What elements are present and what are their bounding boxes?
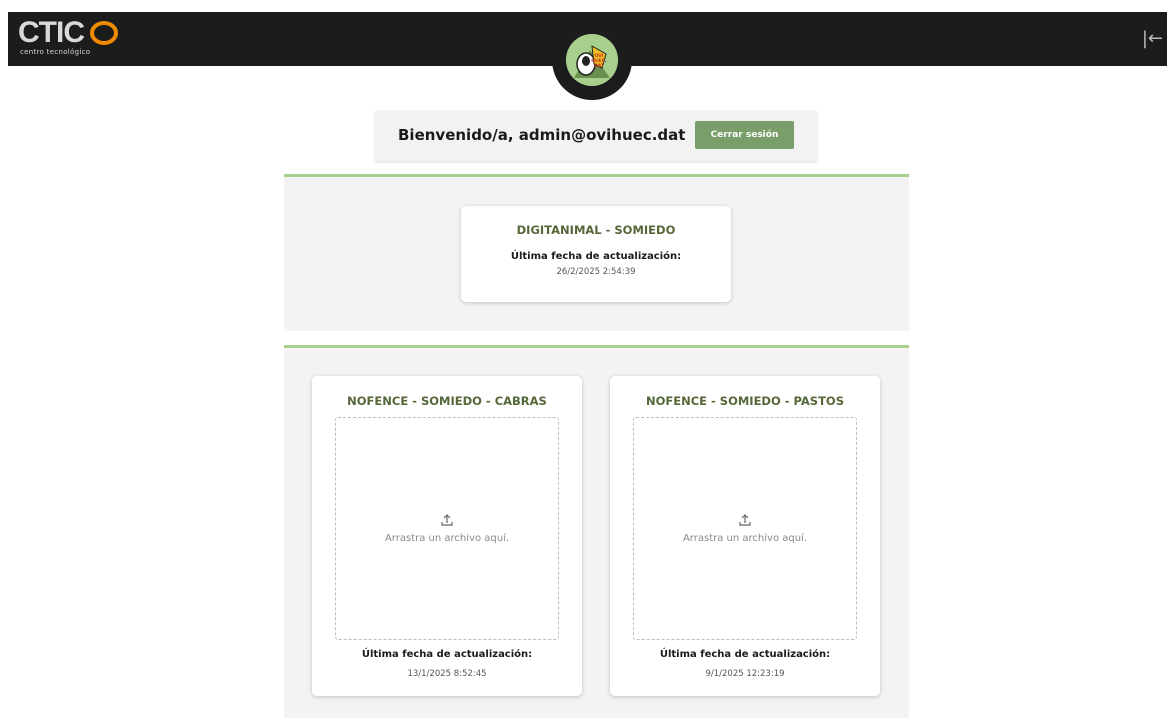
ring-logo-icon <box>90 21 118 45</box>
nofence-pastos-card: NOFENCE - SOMIEDO - PASTOS Arrastra un a… <box>610 376 880 696</box>
upload-icon <box>739 514 751 526</box>
file-dropzone[interactable]: Arrastra un archivo aquí. <box>335 417 559 640</box>
last-update-value: 26/2/2025 2:54:39 <box>556 267 636 277</box>
file-dropzone[interactable]: Arrastra un archivo aquí. <box>633 417 857 640</box>
ctic-brand-text: CTIC <box>18 16 85 49</box>
dropzone-text: Arrastra un archivo aquí. <box>384 533 510 544</box>
logout-button[interactable]: Cerrar sesión <box>695 121 794 149</box>
app-logo-badge[interactable]: OVI HUEC. DAT <box>552 20 632 100</box>
last-update-value: 13/1/2025 8:52:45 <box>407 669 487 679</box>
card-title: NOFENCE - SOMIEDO - PASTOS <box>645 394 844 408</box>
upload-icon <box>441 514 453 526</box>
last-update-value: 9/1/2025 12:23:19 <box>705 669 785 679</box>
collapse-left-icon[interactable]: |← <box>1142 28 1163 49</box>
digitanimal-card: DIGITANIMAL - SOMIEDO Última fecha de ac… <box>461 206 731 302</box>
digitanimal-section: DIGITANIMAL - SOMIEDO Última fecha de ac… <box>284 174 909 331</box>
last-update-label: Última fecha de actualización: <box>659 649 831 660</box>
last-update-label: Última fecha de actualización: <box>510 251 682 262</box>
nofence-cabras-card: NOFENCE - SOMIEDO - CABRAS Arrastra un a… <box>312 376 582 696</box>
dropzone-text: Arrastra un archivo aquí. <box>682 533 808 544</box>
card-title: DIGITANIMAL - SOMIEDO <box>516 223 676 237</box>
welcome-panel: Bienvenido/a, admin@ovihuec.dat Cerrar s… <box>375 111 817 161</box>
ctic-logo[interactable]: CTIC centro tecnológico <box>18 16 120 56</box>
ctic-tagline: centro tecnológico <box>20 48 91 56</box>
welcome-message: Bienvenido/a, admin@ovihuec.dat <box>398 126 686 144</box>
svg-text:DAT: DAT <box>594 63 605 69</box>
card-title: NOFENCE - SOMIEDO - CABRAS <box>347 394 547 408</box>
last-update-label: Última fecha de actualización: <box>361 649 533 660</box>
sheep-badge-icon: OVI HUEC. DAT <box>566 34 618 86</box>
nofence-section: NOFENCE - SOMIEDO - CABRAS Arrastra un a… <box>284 345 909 718</box>
